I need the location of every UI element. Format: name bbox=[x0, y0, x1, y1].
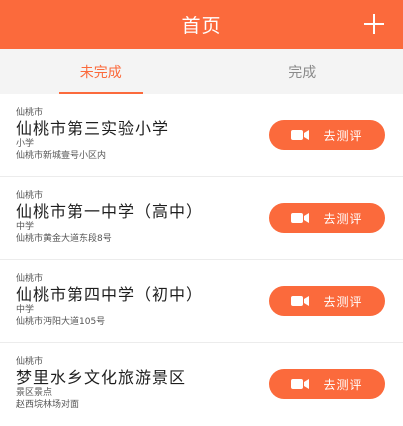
item-city: 仙桃市 bbox=[16, 357, 43, 368]
item-city: 仙桃市 bbox=[16, 191, 43, 202]
item-type: 景区景点 bbox=[16, 388, 52, 399]
button-label: 去测评 bbox=[323, 210, 362, 227]
item-name: 梦里水乡文化旅游景区 bbox=[16, 368, 186, 388]
go-evaluate-button[interactable]: 去测评 bbox=[269, 286, 385, 316]
go-evaluate-button[interactable]: 去测评 bbox=[269, 120, 385, 150]
video-camera-icon bbox=[291, 212, 309, 224]
evaluation-list: 仙桃市 仙桃市第三实验小学 小学 仙桃市新城壹号小区内 去测评 仙桃市 仙桃市第… bbox=[0, 94, 403, 426]
item-city: 仙桃市 bbox=[16, 108, 43, 119]
item-name: 仙桃市第一中学（高中） bbox=[16, 202, 203, 222]
button-label: 去测评 bbox=[323, 293, 362, 310]
item-name: 仙桃市第三实验小学 bbox=[16, 119, 169, 139]
tab-bar: 未完成 完成 bbox=[0, 49, 403, 94]
go-evaluate-button[interactable]: 去测评 bbox=[269, 203, 385, 233]
item-type: 中学 bbox=[16, 305, 34, 316]
item-type: 小学 bbox=[16, 139, 34, 150]
button-label: 去测评 bbox=[323, 376, 362, 393]
video-camera-icon bbox=[291, 378, 309, 390]
tab-incomplete[interactable]: 未完成 bbox=[0, 49, 202, 94]
app-header: 首页 bbox=[0, 0, 403, 49]
page-title: 首页 bbox=[181, 11, 221, 38]
video-camera-icon bbox=[291, 295, 309, 307]
tab-label: 未完成 bbox=[80, 62, 122, 82]
item-address: 仙桃市新城壹号小区内 bbox=[16, 151, 106, 162]
video-camera-icon bbox=[291, 129, 309, 141]
tab-label: 完成 bbox=[288, 62, 316, 82]
list-item: 仙桃市 梦里水乡文化旅游景区 景区景点 赵西垸林场对面 去测评 bbox=[0, 343, 403, 426]
add-button[interactable] bbox=[359, 9, 389, 39]
go-evaluate-button[interactable]: 去测评 bbox=[269, 369, 385, 399]
item-city: 仙桃市 bbox=[16, 274, 43, 285]
list-item: 仙桃市 仙桃市第三实验小学 小学 仙桃市新城壹号小区内 去测评 bbox=[0, 94, 403, 177]
button-label: 去测评 bbox=[323, 127, 362, 144]
item-type: 中学 bbox=[16, 222, 34, 233]
tab-complete[interactable]: 完成 bbox=[202, 49, 403, 94]
item-name: 仙桃市第四中学（初中） bbox=[16, 285, 203, 305]
item-address: 仙桃市沔阳大道105号 bbox=[16, 317, 105, 328]
item-address: 赵西垸林场对面 bbox=[16, 400, 79, 411]
list-item: 仙桃市 仙桃市第四中学（初中） 中学 仙桃市沔阳大道105号 去测评 bbox=[0, 260, 403, 343]
item-address: 仙桃市黄金大道东段8号 bbox=[16, 234, 112, 245]
plus-icon bbox=[363, 13, 385, 35]
list-item: 仙桃市 仙桃市第一中学（高中） 中学 仙桃市黄金大道东段8号 去测评 bbox=[0, 177, 403, 260]
